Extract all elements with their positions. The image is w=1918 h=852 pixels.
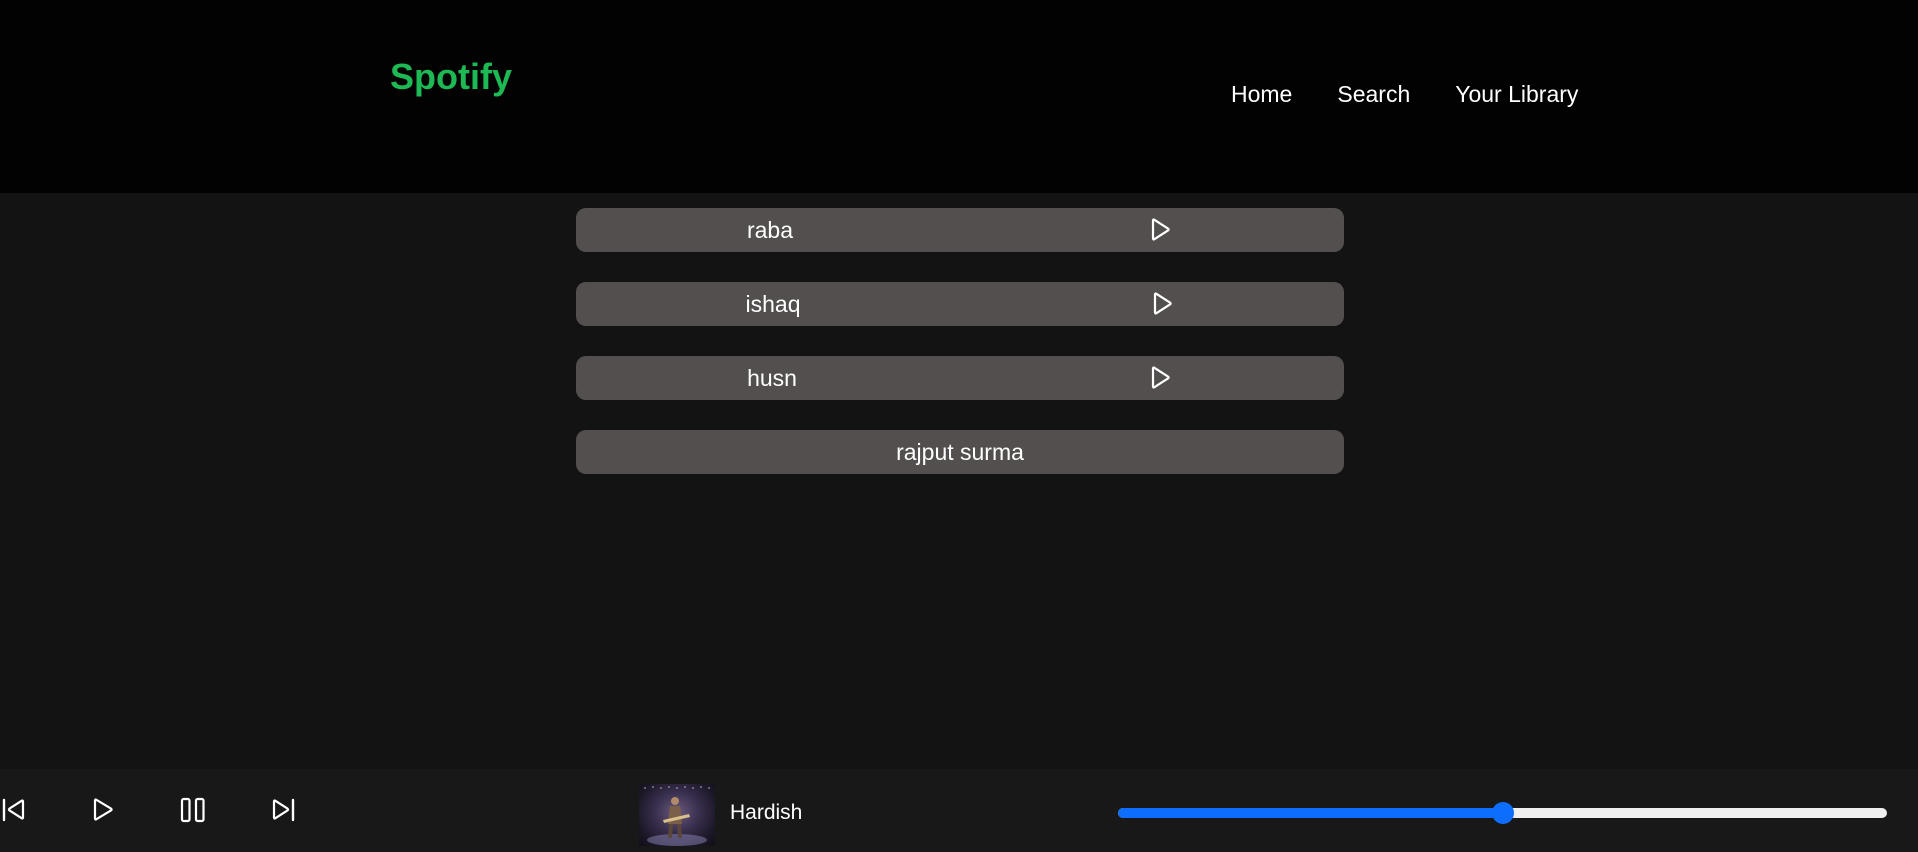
header: Spotify Home Search Your Library xyxy=(0,0,1918,193)
play-icon[interactable] xyxy=(1144,363,1174,393)
play-icon[interactable] xyxy=(86,794,118,826)
next-icon[interactable] xyxy=(267,794,299,826)
nav-search[interactable]: Search xyxy=(1337,78,1410,110)
nav-your-library[interactable]: Your Library xyxy=(1455,78,1578,110)
seek-bar-thumb[interactable] xyxy=(1491,802,1514,824)
song-row[interactable]: rajput surma xyxy=(576,430,1344,474)
song-title: raba xyxy=(746,217,794,243)
previous-icon[interactable] xyxy=(0,794,30,826)
song-row[interactable]: husn xyxy=(576,356,1344,400)
pause-icon[interactable] xyxy=(177,794,209,826)
song-title: husn xyxy=(747,365,797,391)
song-row[interactable]: raba xyxy=(576,208,1344,252)
seek-bar-progress xyxy=(1118,808,1503,818)
play-icon[interactable] xyxy=(1144,215,1174,245)
track-name: Hardish xyxy=(730,801,803,824)
spotify-logo[interactable]: Spotify xyxy=(390,55,512,99)
album-cover xyxy=(639,784,715,846)
play-icon[interactable] xyxy=(1146,289,1176,319)
song-row[interactable]: ishaq xyxy=(576,282,1344,326)
song-title: rajput surma xyxy=(896,439,1024,465)
song-title: ishaq xyxy=(745,291,801,317)
nav-home[interactable]: Home xyxy=(1231,78,1292,110)
song-list: raba ishaq husn rajput surma xyxy=(576,208,1344,504)
player-bar: Hardish xyxy=(0,769,1918,852)
seek-bar[interactable] xyxy=(1118,802,1887,824)
main-nav: Home Search Your Library xyxy=(1231,78,1578,110)
